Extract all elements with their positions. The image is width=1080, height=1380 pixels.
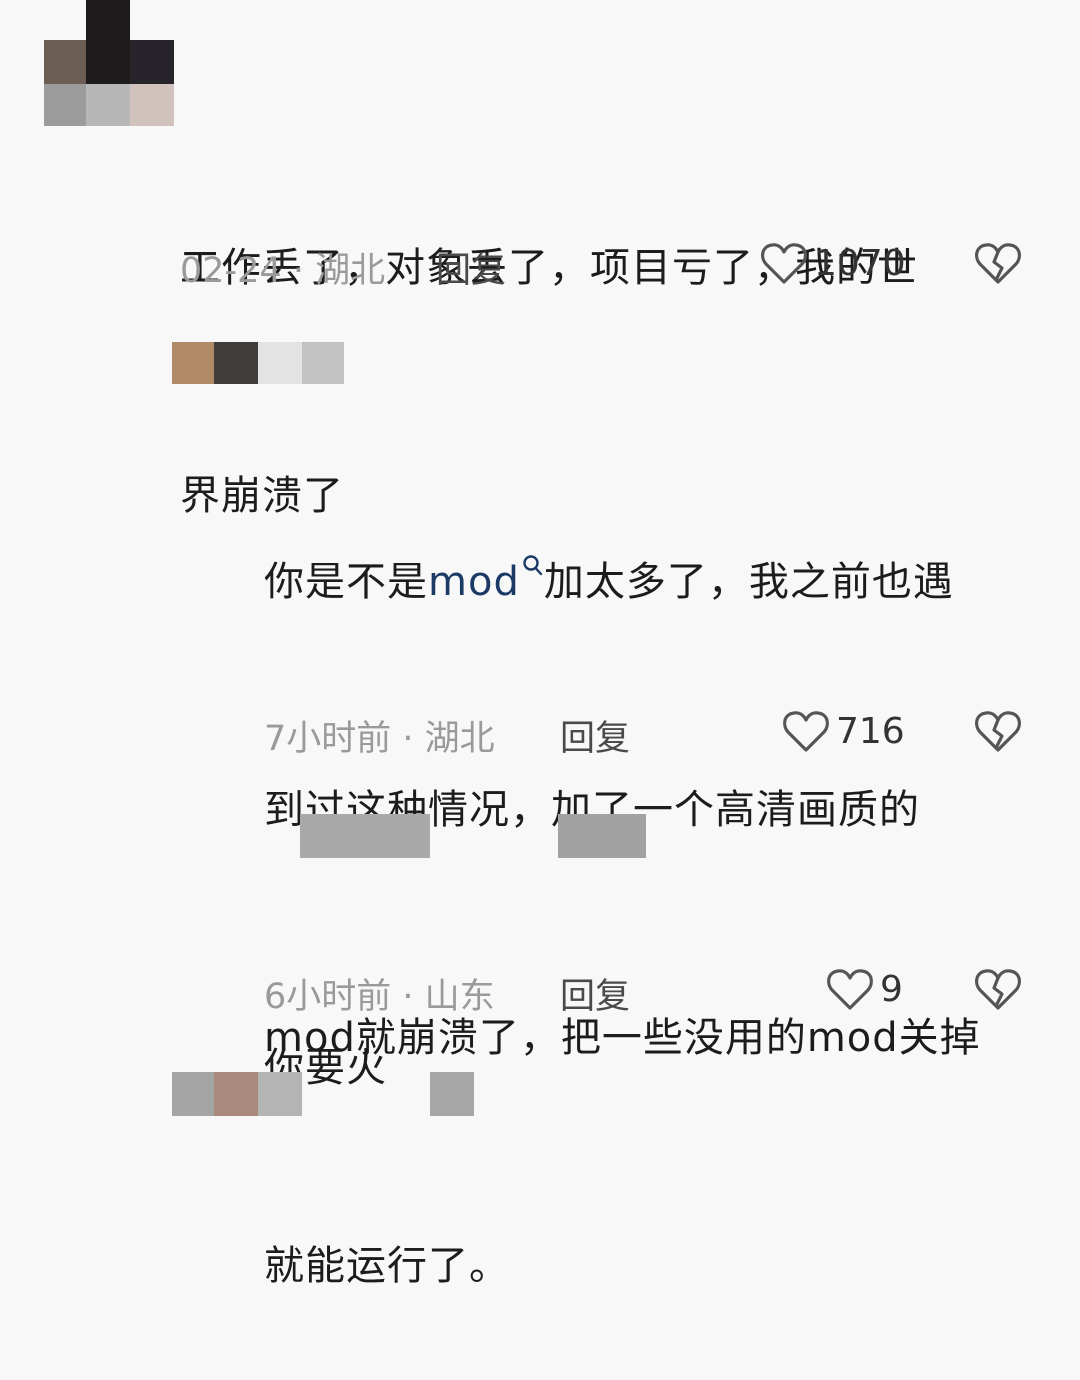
search-icon[interactable]: [522, 554, 544, 578]
like-count: 716: [836, 710, 905, 752]
broken-heart-icon: [975, 969, 1021, 1010]
like-button[interactable]: 1070: [760, 240, 906, 286]
heart-outline-icon: [827, 969, 873, 1010]
username[interactable]: [172, 342, 344, 384]
reply-button[interactable]: 回复: [560, 710, 630, 761]
like-button[interactable]: 9: [826, 966, 903, 1012]
reply-button[interactable]: 回复: [436, 242, 506, 293]
search-keyword-link[interactable]: mod: [428, 559, 520, 605]
heart-outline-icon: [783, 711, 829, 752]
reply-button[interactable]: 回复: [560, 968, 630, 1019]
comment-meta: 6小时前 · 山东: [264, 977, 495, 1017]
like-count: 9: [880, 968, 903, 1010]
comment-meta: 02-24 · 湖北: [180, 251, 386, 291]
username[interactable]: [300, 814, 646, 858]
avatar[interactable]: [44, 0, 174, 128]
username[interactable]: [172, 1072, 474, 1116]
broken-heart-icon: [975, 711, 1021, 752]
like-button[interactable]: 716: [782, 708, 905, 754]
heart-outline-icon: [761, 243, 807, 284]
like-count: 1070: [814, 242, 906, 284]
dislike-button[interactable]: [974, 966, 1022, 1016]
dislike-button[interactable]: [974, 240, 1022, 290]
comment-text: 你要火: [264, 1045, 387, 1091]
comment-meta: 7小时前 · 湖北: [264, 719, 495, 759]
dislike-button[interactable]: [974, 708, 1022, 758]
broken-heart-icon: [975, 243, 1021, 284]
